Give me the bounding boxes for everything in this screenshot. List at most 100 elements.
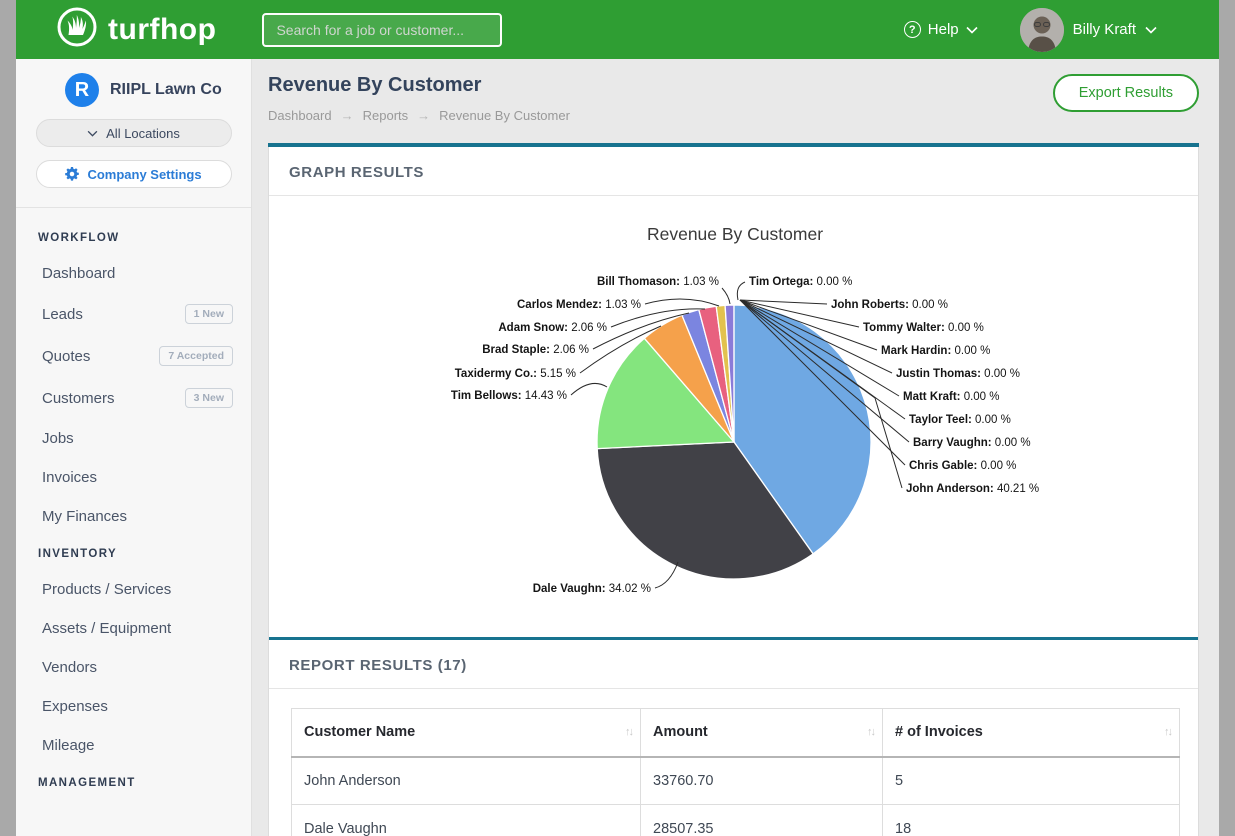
sidebar: R RIIPL Lawn Co All Locations Company Se… xyxy=(16,59,252,836)
pie-label-carlos-mendez: Carlos Mendez: 1.03 % xyxy=(517,299,641,311)
pie-label-taylor-teel: Taylor Teel: 0.00 % xyxy=(909,414,1011,426)
sort-icon[interactable]: ↑↓ xyxy=(1164,726,1171,738)
pie-label-mark-hardin: Mark Hardin: 0.00 % xyxy=(881,345,990,357)
chevron-down-icon xyxy=(87,130,98,137)
company-name: RIIPL Lawn Co xyxy=(110,81,222,99)
nav-section-title: INVENTORY xyxy=(16,548,251,560)
sidebar-item-expenses[interactable]: Expenses xyxy=(16,687,251,726)
avatar xyxy=(1020,8,1064,52)
table-row[interactable]: John Anderson33760.705 xyxy=(292,757,1180,805)
gear-icon xyxy=(65,167,79,181)
breadcrumb-dashboard[interactable]: Dashboard xyxy=(268,108,332,123)
help-icon: ? xyxy=(904,21,921,38)
page-header: Revenue By Customer Dashboard → Reports … xyxy=(252,59,1219,144)
sidebar-item-label: Mileage xyxy=(42,737,95,754)
user-name: Billy Kraft xyxy=(1073,21,1136,38)
sidebar-item-mileage[interactable]: Mileage xyxy=(16,726,251,765)
table-cell: 28507.35 xyxy=(641,805,883,836)
breadcrumb-reports[interactable]: Reports xyxy=(363,108,409,123)
pie-label-john-roberts: John Roberts: 0.00 % xyxy=(831,299,948,311)
pie-callout-line xyxy=(571,383,607,395)
sidebar-item-label: Dashboard xyxy=(42,265,115,282)
sidebar-item-label: Jobs xyxy=(42,430,74,447)
sidebar-item-label: Leads xyxy=(42,306,83,323)
sidebar-item-label: Vendors xyxy=(42,659,97,676)
table-cell: 5 xyxy=(883,757,1180,805)
page-gutter-right xyxy=(1219,0,1235,836)
pie-callout-line xyxy=(737,282,745,300)
pie-label-justin-thomas: Justin Thomas: 0.00 % xyxy=(896,368,1020,380)
sidebar-item-label: Customers xyxy=(42,390,115,407)
pie-label-barry-vaughn: Barry Vaughn: 0.00 % xyxy=(913,437,1031,449)
help-menu[interactable]: ? Help xyxy=(904,21,978,38)
grass-logo-icon xyxy=(56,6,98,53)
user-menu[interactable]: Billy Kraft xyxy=(1020,8,1157,52)
pie-callout-line xyxy=(722,288,730,304)
table-row[interactable]: Dale Vaughn28507.3518 xyxy=(292,805,1180,836)
pie-label-dale-vaughn: Dale Vaughn: 34.02 % xyxy=(533,583,651,595)
company-header: R RIIPL Lawn Co xyxy=(16,59,251,107)
sidebar-item-leads[interactable]: Leads 1 New xyxy=(16,293,251,335)
company-settings-button[interactable]: Company Settings xyxy=(36,160,232,188)
graph-results-title: GRAPH RESULTS xyxy=(269,147,1198,196)
sidebar-item-quotes[interactable]: Quotes7 Accepted xyxy=(16,335,251,377)
table-cell: 18 xyxy=(883,805,1180,836)
pie-label-chris-gable: Chris Gable: 0.00 % xyxy=(909,460,1016,472)
sidebar-item-label: Invoices xyxy=(42,469,97,486)
report-results-card: REPORT RESULTS (17) Customer Name ↑↓ Amo… xyxy=(268,637,1199,836)
sidebar-item-invoices[interactable]: Invoices xyxy=(16,458,251,497)
chevron-down-icon xyxy=(1145,26,1157,34)
table-cell: John Anderson xyxy=(292,757,641,805)
column-header-amount[interactable]: Amount ↑↓ xyxy=(641,709,883,757)
pie-callout-line xyxy=(645,299,719,306)
page-gutter-left xyxy=(0,0,16,836)
sidebar-item-customers[interactable]: Customers 3 New xyxy=(16,377,251,419)
column-header-invoices[interactable]: # of Invoices ↑↓ xyxy=(883,709,1180,757)
sidebar-item-my-finances[interactable]: My Finances xyxy=(16,497,251,536)
pie-label-bill-thomason: Bill Thomason: 1.03 % xyxy=(597,276,719,288)
breadcrumb: Dashboard → Reports → Revenue By Custome… xyxy=(268,108,1199,123)
report-results-title: REPORT RESULTS (17) xyxy=(269,640,1198,689)
column-header-customer-name[interactable]: Customer Name ↑↓ xyxy=(292,709,641,757)
location-selector-label: All Locations xyxy=(106,126,180,141)
sidebar-item-jobs[interactable]: Jobs xyxy=(16,419,251,458)
sidebar-nav: WORKFLOW Dashboard Leads 1 New Quotes7 Accep… xyxy=(16,208,251,789)
brand-logo[interactable]: turfhop xyxy=(56,6,216,53)
pie-label-adam-snow: Adam Snow: 2.06 % xyxy=(498,322,607,334)
table-header-row: Customer Name ↑↓ Amount ↑↓ # of Invoices… xyxy=(292,709,1180,757)
sidebar-item-badge: 3 New xyxy=(185,388,233,408)
chevron-down-icon xyxy=(966,26,978,34)
sidebar-item-badge: 1 New xyxy=(185,304,233,324)
company-logo: R xyxy=(65,73,99,107)
graph-results-card: GRAPH RESULTS Revenue By Customer Bill Th… xyxy=(268,144,1199,638)
sidebar-item-vendors[interactable]: Vendors xyxy=(16,648,251,687)
chart-title: Revenue By Customer xyxy=(647,224,823,244)
nav-section-title: MANAGEMENT xyxy=(16,777,251,789)
sidebar-item-dashboard[interactable]: Dashboard xyxy=(16,254,251,293)
pie-label-brad-staple: Brad Staple: 2.06 % xyxy=(482,344,589,356)
pie-label-tim-ortega: Tim Ortega: 0.00 % xyxy=(749,276,852,288)
report-table: Customer Name ↑↓ Amount ↑↓ # of Invoices… xyxy=(291,708,1180,836)
nav-section-title: WORKFLOW xyxy=(16,232,251,244)
table-cell: 33760.70 xyxy=(641,757,883,805)
sidebar-item-assets-equipment[interactable]: Assets / Equipment xyxy=(16,609,251,648)
breadcrumb-arrow-icon: → xyxy=(341,108,354,123)
global-search-input[interactable] xyxy=(262,13,502,47)
pie-label-taxidermy-co-: Taxidermy Co.: 5.15 % xyxy=(455,368,576,380)
report-table-body: John Anderson33760.705Dale Vaughn28507.3… xyxy=(292,757,1180,836)
sort-icon[interactable]: ↑↓ xyxy=(867,726,874,738)
revenue-pie-chart: Revenue By Customer Bill Thomason: 1.03 %… xyxy=(269,196,1200,632)
sidebar-item-products-services[interactable]: Products / Services xyxy=(16,570,251,609)
main-content: Revenue By Customer Dashboard → Reports … xyxy=(252,59,1219,836)
sort-icon[interactable]: ↑↓ xyxy=(625,726,632,738)
export-results-button[interactable]: Export Results xyxy=(1053,74,1199,112)
brand-name: turfhop xyxy=(108,13,216,47)
location-selector[interactable]: All Locations xyxy=(36,119,232,147)
top-header-bar: turfhop ? Help Billy Kraft xyxy=(16,0,1219,59)
sidebar-item-badge: 7 Accepted xyxy=(159,346,233,366)
pie-label-tim-bellows: Tim Bellows: 14.43 % xyxy=(451,390,567,402)
sidebar-item-label: My Finances xyxy=(42,508,127,525)
pie-chart-svg: Revenue By Customer Bill Thomason: 1.03 %… xyxy=(269,196,1200,632)
sidebar-item-label: Products / Services xyxy=(42,581,171,598)
help-label: Help xyxy=(928,21,959,38)
